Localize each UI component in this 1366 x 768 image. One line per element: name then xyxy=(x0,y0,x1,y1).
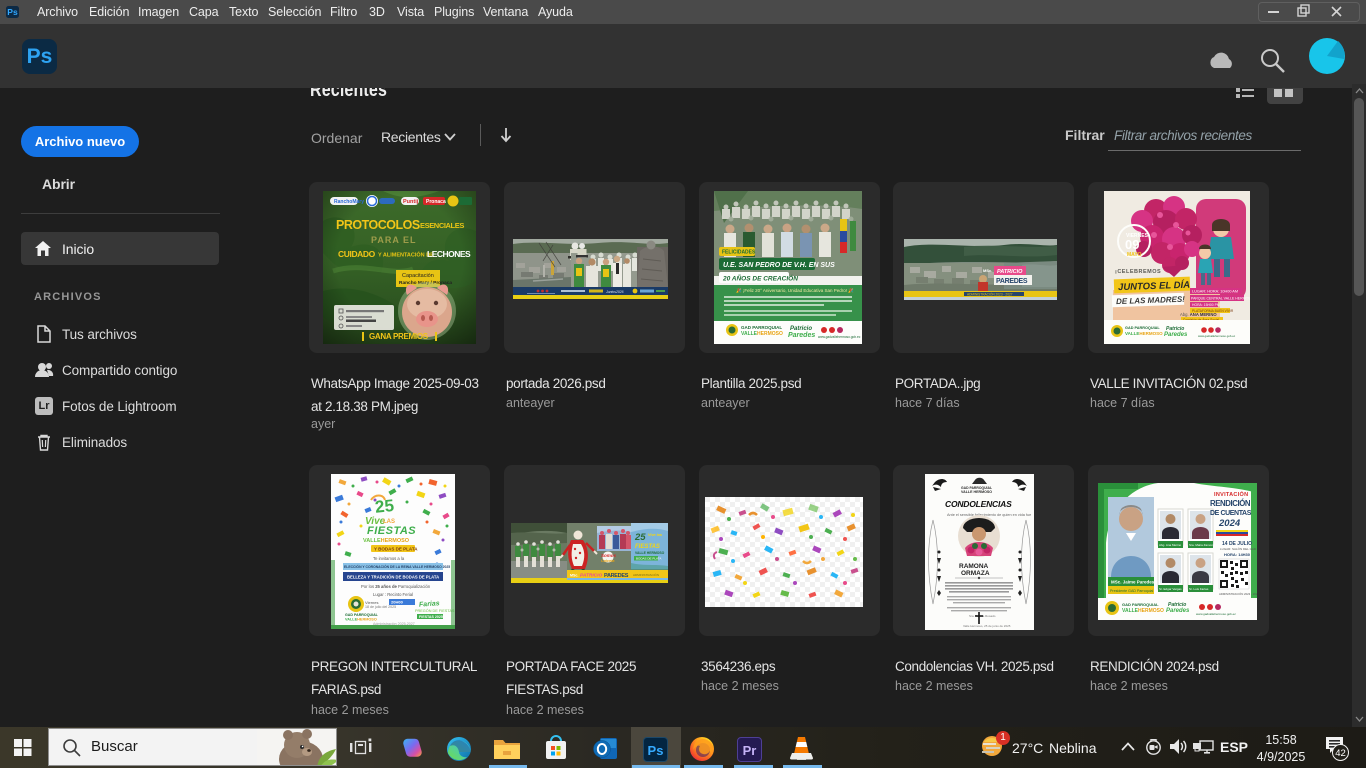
svg-text:GANA PREMIOS: GANA PREMIOS xyxy=(369,332,429,341)
svg-text:www.gadvallehermoso.gob.ec: www.gadvallehermoso.gob.ec xyxy=(1198,334,1236,338)
svg-text:LECHONES: LECHONES xyxy=(427,249,471,259)
svg-text:Juntos2026: Juntos2026 xyxy=(605,290,624,294)
svg-text:INVITACIÓN: INVITACIÓN xyxy=(1214,490,1248,498)
svg-text:PROTOCOLOS: PROTOCOLOS xyxy=(336,218,420,232)
svg-text:BELLEZA Y TRADICIÓN DE BODAS D: BELLEZA Y TRADICIÓN DE BODAS DE PLATA xyxy=(347,575,439,580)
svg-text:Y ALIMENTACIÓN DE: Y ALIMENTACIÓN DE xyxy=(378,251,434,259)
svg-text:FIESTAS: FIESTAS xyxy=(367,525,416,537)
svg-text:FIESTAS: FIESTAS xyxy=(635,544,660,550)
svg-text:VALLE HERMOSO: VALLE HERMOSO xyxy=(635,551,665,555)
svg-text:25: 25 xyxy=(634,532,646,543)
svg-text:Vive las: Vive las xyxy=(648,533,662,537)
svg-text:Abg. ANA MERINO: Abg. ANA MERINO xyxy=(1180,312,1217,317)
svg-text:FELICIDADES: FELICIDADES xyxy=(722,250,756,256)
svg-text:www.gadvallehermoso.gob.ec: www.gadvallehermoso.gob.ec xyxy=(1196,612,1236,616)
svg-text:Capacitación: Capacitación xyxy=(402,273,434,279)
svg-text:¡CELEBREMOS: ¡CELEBREMOS xyxy=(1115,269,1161,275)
svg-text:VALLEHERMOSO: VALLEHERMOSO xyxy=(1125,331,1163,336)
svg-text:HORA: 14H30: HORA: 14H30 xyxy=(1224,552,1251,557)
svg-text:VALLEHERMOSO: VALLEHERMOSO xyxy=(345,618,377,622)
svg-text:Paredes: Paredes xyxy=(788,332,815,339)
svg-text:MSc. Jaime Paredes: MSc. Jaime Paredes xyxy=(1111,580,1155,585)
svg-text:GAD PARROQUIAL: GAD PARROQUIAL xyxy=(345,613,379,617)
svg-text:20 AÑOS DE CREACIÓN: 20 AÑOS DE CREACIÓN xyxy=(722,274,798,283)
svg-text:RanchoMary: RanchoMary xyxy=(334,199,364,205)
svg-text:09: 09 xyxy=(1125,237,1139,252)
svg-text:PREGÓN DE FIESTAS: PREGÓN DE FIESTAS xyxy=(415,608,455,613)
svg-text:MAYO: MAYO xyxy=(1127,252,1142,258)
svg-text:20H00: 20H00 xyxy=(391,600,404,605)
svg-text:RAMONA: RAMONA xyxy=(959,563,989,570)
svg-text:VALLEHERMOSO: VALLEHERMOSO xyxy=(1122,608,1164,614)
svg-text:VALLEHERMOSO: VALLEHERMOSO xyxy=(363,538,410,544)
svg-text:PARA EL: PARA EL xyxy=(371,235,417,245)
svg-text:FIESTAS 2025: FIESTAS 2025 xyxy=(419,615,443,619)
svg-text:Pronaca: Pronaca xyxy=(426,199,446,205)
svg-text:ORMAZA: ORMAZA xyxy=(961,570,990,577)
svg-text:HORA: 15H00 PM: HORA: 15H00 PM xyxy=(1192,303,1220,307)
svg-text:Paredes: Paredes xyxy=(1166,608,1190,614)
svg-text:Calceta: Calceta xyxy=(601,559,615,563)
svg-text:PATRICIO: PATRICIO xyxy=(997,269,1023,275)
svg-text:GAD PARROQUIAL: GAD PARROQUIAL xyxy=(1125,326,1160,330)
svg-text:ADMINISTRACIÓN 2023 - 2027: ADMINISTRACIÓN 2023 - 2027 xyxy=(1219,591,1257,596)
svg-text:Y BODAS DE PLATA: Y BODAS DE PLATA xyxy=(374,547,418,552)
svg-text:Somos: Somos xyxy=(601,553,617,558)
svg-text:PAREDES: PAREDES xyxy=(996,278,1028,285)
svg-text:Sr. Edgar Vargas: Sr. Edgar Vargas xyxy=(1159,587,1182,591)
svg-text:Paredes: Paredes xyxy=(1164,332,1188,338)
svg-text:Ante el sensible fallecimiento: Ante el sensible fallecimiento de quien … xyxy=(947,513,1031,517)
svg-text:Valle Hermoso, 25 de junio de: Valle Hermoso, 25 de junio de 2025 xyxy=(963,624,1011,628)
svg-text:ADMINISTRACIÓN: ADMINISTRACIÓN xyxy=(633,572,659,577)
svg-text:U.E. SAN PEDRO DE V.H. EN SUS: U.E. SAN PEDRO DE V.H. EN SUS xyxy=(723,262,835,269)
svg-text:Por los 25 años de Parroquiali: Por los 25 años de Parroquialización xyxy=(361,584,431,589)
svg-text:🎉 ¡Feliz 20° Aniversario, Uni: 🎉 ¡Feliz 20° Aniversario, Unidad Educati… xyxy=(736,287,854,294)
svg-text:VALLE HERMOSO: VALLE HERMOSO xyxy=(961,490,992,494)
svg-text:Puntij: Puntij xyxy=(403,199,419,205)
svg-text:www.gadvallehermoso.gob.ec: www.gadvallehermoso.gob.ec xyxy=(818,335,861,339)
svg-text:LUGAR: HORA: 10H00 AM: LUGAR: HORA: 10H00 AM xyxy=(1192,290,1238,294)
svg-text:LUGAR: SALÓN DEL GAD PARROQUIA: LUGAR: SALÓN DEL GAD PARROQUIAL xyxy=(1220,546,1257,551)
svg-text:MSc.: MSc. xyxy=(983,268,992,273)
svg-text:DE CUENTAS: DE CUENTAS xyxy=(1210,510,1252,517)
svg-text:RENDICIÓN: RENDICIÓN xyxy=(1210,499,1251,508)
svg-text:MSc.: MSc. xyxy=(570,574,578,578)
svg-text:GAD PARROQUIAL: GAD PARROQUIAL xyxy=(741,325,782,330)
svg-text:Lugar : Recinto Ferial: Lugar : Recinto Ferial xyxy=(373,592,413,597)
svg-text:Sra. Maira Zamora: Sra. Maira Zamora xyxy=(1189,543,1214,547)
svg-text:CONDOLENCIAS: CONDOLENCIAS xyxy=(945,499,1012,509)
svg-text:2024: 2024 xyxy=(1218,518,1241,529)
svg-text:ESENCIALES: ESENCIALES xyxy=(420,221,464,230)
svg-text:Presidente GAD Parroquial: Presidente GAD Parroquial xyxy=(1110,589,1154,593)
svg-text:CUIDADO: CUIDADO xyxy=(338,249,376,259)
svg-text:VALLEHERMOSO: VALLEHERMOSO xyxy=(741,331,783,337)
svg-text:Te invitamos a la: Te invitamos a la xyxy=(373,556,405,561)
svg-text:ADMINISTRACIÓN 2023 - 2027: ADMINISTRACIÓN 2023 - 2027 xyxy=(967,292,1013,297)
svg-text:Farias: Farias xyxy=(419,600,440,608)
svg-text:PATRICIO: PATRICIO xyxy=(580,573,602,579)
svg-text:Sr. Luis Farías: Sr. Luis Farías xyxy=(1189,587,1209,591)
svg-text:18 de julio del 2025: 18 de julio del 2025 xyxy=(365,605,396,609)
svg-text:GAD PARROQUIAL: GAD PARROQUIAL xyxy=(1122,602,1159,607)
svg-text:ELECCIÓN Y CORONACIÓN DE LA RE: ELECCIÓN Y CORONACIÓN DE LA REINA VALLE … xyxy=(344,564,450,569)
svg-text:PARQUE CENTRAL VALLE HERMOSO: PARQUE CENTRAL VALLE HERMOSO xyxy=(1191,297,1250,301)
svg-text:BODAS DE PLATA: BODAS DE PLATA xyxy=(636,557,661,561)
svg-text:Abg. Ana Merino: Abg. Ana Merino xyxy=(1159,543,1182,547)
